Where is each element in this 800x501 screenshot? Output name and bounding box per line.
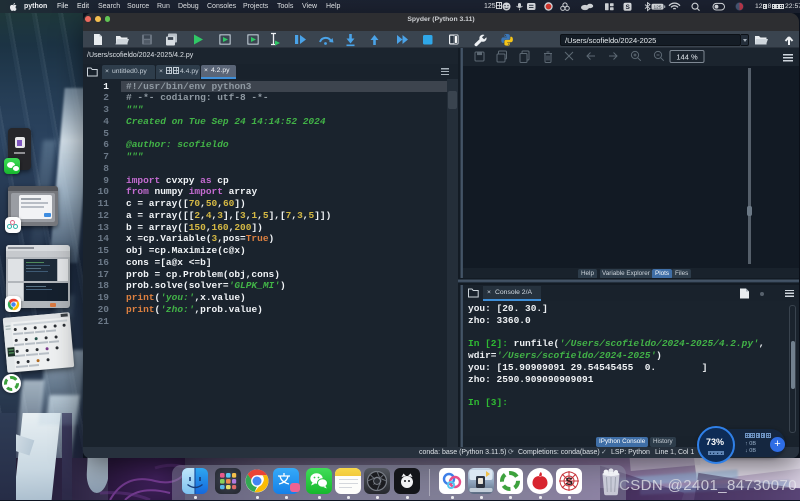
svg-text:125: 125 (654, 4, 662, 10)
svg-text:S: S (626, 4, 631, 11)
svg-text:144 %: 144 % (676, 53, 698, 62)
svg-text:S: S (566, 476, 573, 488)
